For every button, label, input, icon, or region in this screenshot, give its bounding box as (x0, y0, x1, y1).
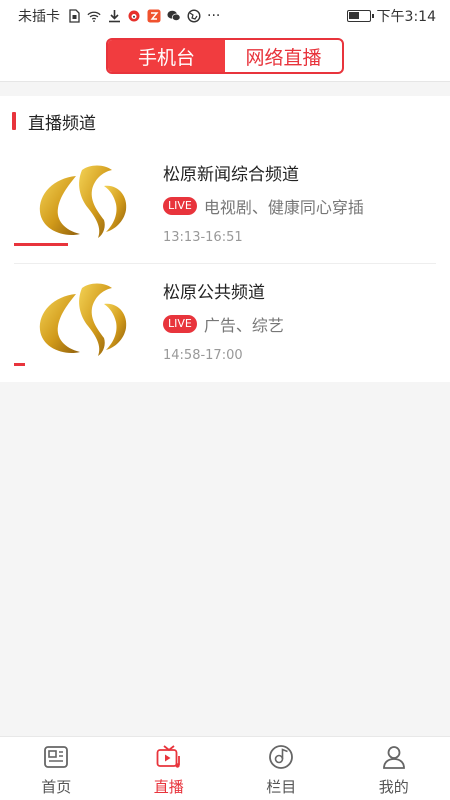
user-icon (380, 743, 408, 771)
column-disc-icon (267, 743, 295, 771)
program-description: 广告、综艺 (203, 316, 284, 335)
bottom-nav: 首页 直播 栏目 我的 (0, 736, 450, 800)
nav-label: 直播 (153, 778, 184, 796)
carrier-text: 未插卡 (18, 9, 60, 25)
live-badge: LIVE (163, 197, 197, 215)
clock: 下午3:14 (376, 9, 436, 25)
live-tv-icon (155, 743, 183, 771)
nav-label: 我的 (378, 778, 409, 796)
header: 手机台 网络直播 (0, 32, 450, 82)
program-progress-bar (14, 363, 25, 366)
channel-logo (34, 160, 132, 244)
channel-logo (34, 278, 132, 362)
more-icon: ··· (207, 8, 221, 24)
nav-label: 首页 (41, 778, 72, 796)
download-icon (107, 9, 121, 23)
live-badge: LIVE (163, 315, 197, 333)
tab-phone-station[interactable]: 手机台 (108, 40, 225, 72)
source-switcher: 手机台 网络直播 (106, 38, 344, 74)
nav-live[interactable]: 直播 (113, 737, 226, 800)
channel-name: 松原公共频道 (163, 283, 265, 303)
nav-home[interactable]: 首页 (0, 737, 113, 800)
wechat-icon (167, 9, 181, 23)
nav-label: 栏目 (266, 778, 297, 796)
tab-web-live[interactable]: 网络直播 (225, 40, 342, 72)
program-time: 13:13-16:51 (163, 230, 243, 245)
battery-icon (346, 10, 374, 22)
program-description: 电视剧、健康同心穿插 (203, 198, 364, 217)
section-header: 直播频道 (0, 110, 96, 134)
program-progress-bar (14, 243, 68, 246)
channel-name: 松原新闻综合频道 (163, 165, 299, 185)
sim-icon (67, 9, 81, 23)
live-channels-panel: 直播频道 松原新闻综合频道 LIVE 电视剧、健康同心穿插 13:13-16:5… (0, 96, 450, 382)
wifi-icon (87, 9, 101, 23)
program-time: 14:58-17:00 (163, 348, 243, 363)
channel-item[interactable]: 松原公共频道 LIVE 广告、综艺 14:58-17:00 (0, 264, 450, 382)
nav-mine[interactable]: 我的 (338, 737, 450, 800)
channel-item[interactable]: 松原新闻综合频道 LIVE 电视剧、健康同心穿插 13:13-16:51 (0, 146, 450, 264)
browser-icon (187, 9, 201, 23)
app-icon (147, 9, 161, 23)
status-bar: 未插卡 ··· 下午3:14 (0, 0, 450, 32)
news-icon (42, 743, 70, 771)
nav-columns[interactable]: 栏目 (225, 737, 338, 800)
section-title: 直播频道 (28, 113, 96, 134)
section-accent-bar (12, 112, 16, 130)
weibo-icon (127, 9, 141, 23)
